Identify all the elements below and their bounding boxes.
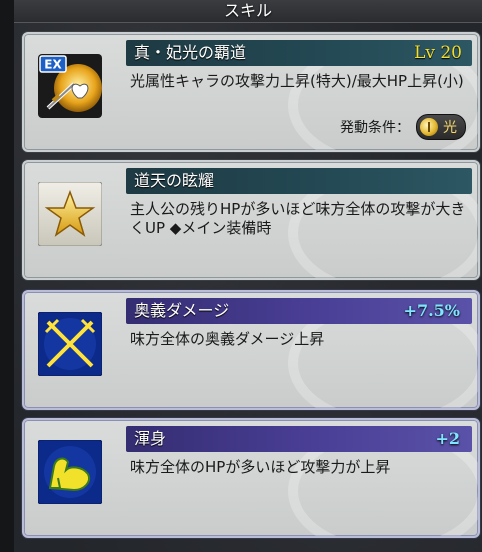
skill-title-bar: 道天の眩耀	[126, 168, 472, 194]
light-element-icon	[420, 118, 438, 136]
skill-name: 渾身	[134, 429, 167, 448]
skill-bonus: +2	[435, 429, 460, 448]
skill-description: 味方全体のHPが多いほど攻撃力が上昇	[130, 458, 391, 476]
side-strip	[0, 0, 14, 552]
section-header: スキル	[14, 0, 482, 23]
skill-name: 真・妃光の覇道	[134, 43, 247, 62]
condition-label: 発動条件：	[340, 120, 410, 136]
crossed-swords-icon	[37, 311, 103, 377]
skill-bonus: +7.5%	[403, 301, 460, 320]
flexed-arm-icon	[37, 439, 103, 505]
activation-condition: 発動条件： 光	[340, 114, 466, 140]
section-title: スキル	[223, 1, 272, 20]
star-icon	[37, 181, 103, 247]
skill-title-bar: 渾身 +2	[126, 426, 472, 452]
skill-name: 奥義ダメージ	[134, 301, 230, 320]
skill-description: 光属性キャラの攻撃力上昇(特大)/最大HP上昇(小)	[130, 72, 464, 90]
skill-card-konshin[interactable]: 渾身 +2 味方全体のHPが多いほど攻撃力が上昇	[22, 418, 480, 538]
skill-card-main[interactable]: 真・妃光の覇道 Lv 20 EX 光属性キャラの攻撃力上昇(特大)/最大HP上昇…	[22, 32, 480, 152]
skill-title-bar: 真・妃光の覇道 Lv 20	[126, 40, 472, 66]
skill-card-ougi[interactable]: 奥義ダメージ +7.5% 味方全体の奥義ダメージ上昇	[22, 290, 480, 410]
element-badge: 光	[416, 114, 466, 140]
ex-badge: EX	[44, 58, 62, 72]
skill-title-bar: 奥義ダメージ +7.5%	[126, 298, 472, 324]
skill-description: 主人公の残りHPが多いほど味方全体の攻撃が大きくUP ◆メイン装備時	[130, 200, 466, 237]
ex-sword-heart-icon: EX	[38, 54, 102, 118]
skill-level: Lv 20	[414, 43, 462, 63]
skill-description: 味方全体の奥義ダメージ上昇	[130, 330, 325, 348]
condition-value: 光	[443, 120, 457, 136]
skill-name: 道天の眩耀	[134, 171, 215, 190]
skill-card-support[interactable]: 道天の眩耀 主人公の残りHPが多いほど味方全体の攻撃が大きくUP ◆メイン装備時	[22, 160, 480, 280]
